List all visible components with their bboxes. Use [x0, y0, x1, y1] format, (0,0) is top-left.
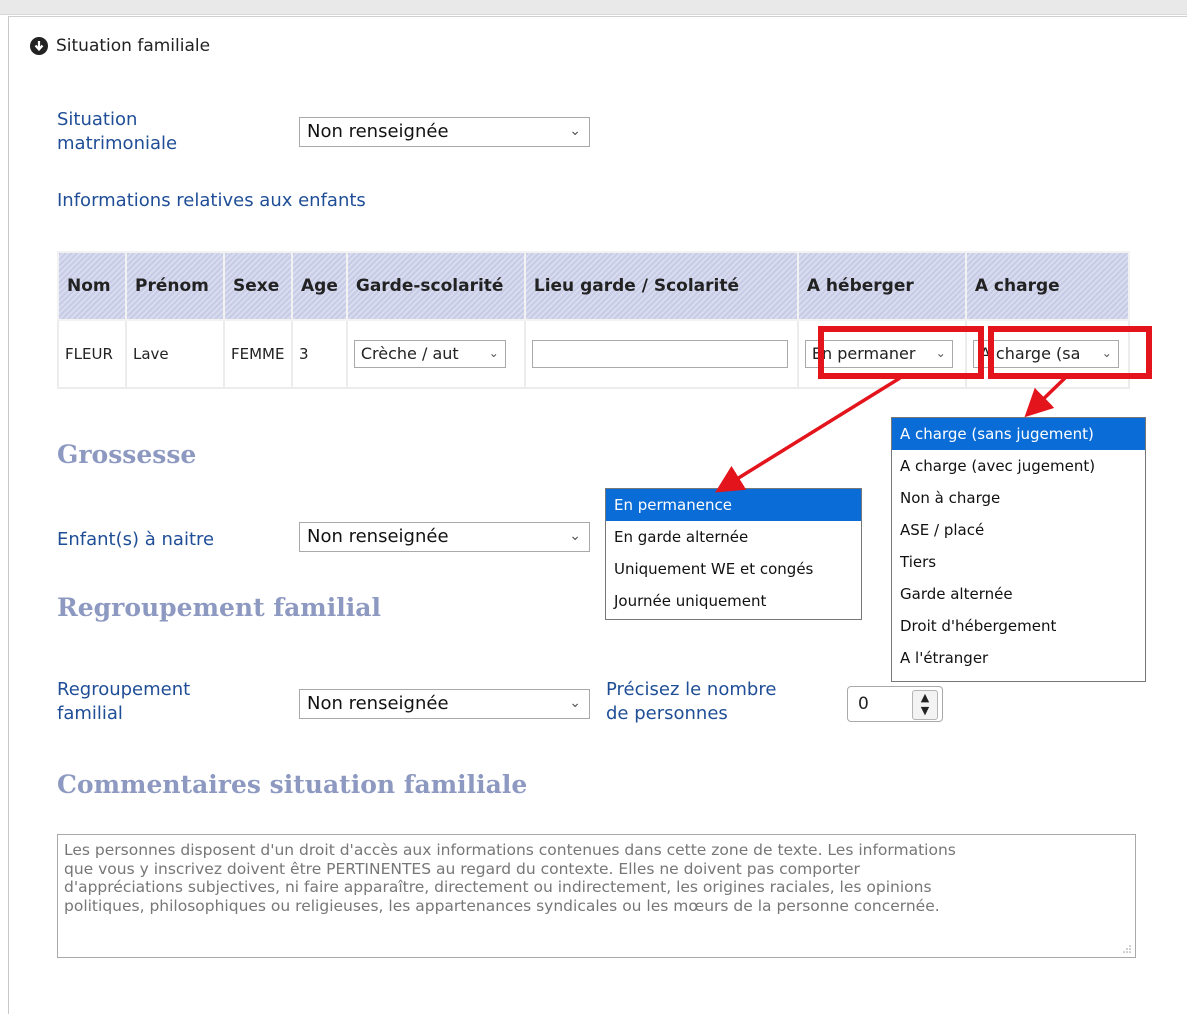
arrow-to-heberger-dropdown	[715, 376, 901, 493]
annotation-arrows	[715, 376, 1067, 493]
arrow-to-charge-dropdown	[1024, 376, 1067, 418]
